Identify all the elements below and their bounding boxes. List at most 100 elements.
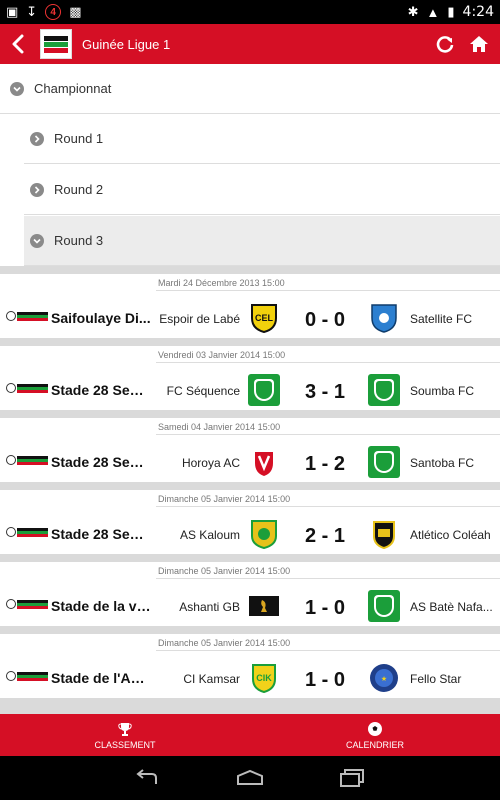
away-team-logo: ★ [370,664,398,692]
match-date: Dimanche 05 Janvier 2014 15:00 [158,566,291,576]
home-team: Ashanti GB [179,600,240,614]
guinea-flag-icon [6,527,48,537]
match-score: 0 - 0 [304,309,346,331]
championship-label: Championnat [34,81,112,96]
divider [156,506,500,507]
home-icon [470,36,488,52]
round-item-1[interactable]: Round 1 [24,114,500,164]
nav-home-button[interactable] [235,766,265,790]
guinea-flag-icon [6,455,48,465]
trophy-icon [118,722,132,736]
notification-badge: 4 [45,4,62,20]
divider [156,362,500,363]
nav-recents-button[interactable] [337,766,367,790]
match-row[interactable]: Dimanche 05 Janvier 2014 15:00 Stade de … [0,562,500,626]
match-score: 2 - 1 [304,525,346,547]
divider [156,650,500,651]
refresh-button[interactable] [434,33,456,55]
status-time: 4:24 [462,4,494,20]
home-team-logo [248,374,280,406]
match-list[interactable]: Mardi 24 Décembre 2013 15:00 Saifoulaye … [0,266,500,714]
away-team-logo [373,521,395,550]
nav-recents-icon [340,769,364,787]
match-date: Vendredi 03 Janvier 2014 15:00 [158,350,286,360]
divider [156,578,500,579]
home-team-logo: CEL [251,304,277,334]
match-score: 3 - 1 [304,381,346,403]
nav-back-button[interactable] [133,766,163,790]
home-team-logo [255,452,273,476]
home-team: FC Séquence [166,384,240,398]
away-team: Santoba FC [410,456,475,470]
chevron-down-icon [30,233,44,248]
league-logo [40,29,72,59]
wifi-icon: ▲ [426,4,440,20]
away-team-logo [368,590,400,622]
home-team: Horoya AC [181,456,240,470]
download-icon: ↧ [26,4,38,19]
tab-label: CLASSEMENT [94,739,156,750]
status-bar: ▣ ↧ 4 ▩ ✱ ▲ ▮ 4:24 [0,0,500,24]
match-score: 1 - 0 [304,669,346,691]
match-row[interactable]: Vendredi 03 Janvier 2014 15:00 Stade 28 … [0,346,500,410]
svg-text:CIK: CIK [256,673,272,683]
battery-icon: ▮ [447,4,455,19]
guinea-flag-icon [6,311,48,321]
home-button[interactable] [468,33,490,55]
match-row[interactable]: Mardi 24 Décembre 2013 15:00 Saifoulaye … [0,274,500,338]
match-score: 1 - 0 [304,597,346,619]
tab-classement[interactable]: CLASSEMENT [0,714,250,756]
nav-back-icon [136,769,157,784]
match-date: Samedi 04 Janvier 2014 15:00 [158,422,281,432]
away-team: Fello Star [410,672,462,686]
match-row[interactable]: Dimanche 05 Janvier 2014 15:00 Stade 28 … [0,490,500,554]
match-date: Dimanche 05 Janvier 2014 15:00 [158,638,291,648]
chevron-right-icon [30,182,44,197]
sd-card-icon: ▩ [69,4,82,19]
chevron-down-icon [10,81,24,96]
svg-text:CEL: CEL [255,313,274,323]
guinea-flag-icon [6,383,48,393]
home-team: CI Kamsar [183,672,240,686]
away-team-logo [371,304,397,333]
home-team-logo [249,596,279,616]
usb-icon: ▣ [6,4,19,19]
app-bar: Guinée Ligue 1 [0,24,500,64]
venue-name: Saifoulaye Di... [51,310,151,326]
refresh-icon [436,36,454,53]
match-row[interactable]: Dimanche 05 Janvier 2014 15:00 Stade de … [0,634,500,698]
away-team: Soumba FC [410,384,475,398]
system-nav-bar [0,756,500,800]
round-item-2[interactable]: Round 2 [24,165,500,215]
home-team: Espoir de Labé [159,312,240,326]
svg-text:★: ★ [381,675,387,683]
match-row[interactable]: Samedi 04 Janvier 2014 15:00 Stade 28 Se… [0,418,500,482]
guinea-flag-icon [6,671,48,681]
home-team-logo: CIK [252,664,276,694]
divider [156,290,500,291]
away-team: Atlético Coléah [410,528,491,542]
match-date: Dimanche 05 Janvier 2014 15:00 [158,494,291,504]
match-score: 1 - 2 [304,453,346,475]
bluetooth-icon: ✱ [407,4,419,19]
bottom-tab-bar: CLASSEMENT CALENDRIER [0,714,500,756]
round-label: Round 3 [54,233,104,248]
venue-name: Stade 28 Sept... [51,454,151,470]
match-date: Mardi 24 Décembre 2013 15:00 [158,278,285,288]
away-team-logo [368,446,400,478]
home-team-logo [251,520,277,550]
away-team-logo [368,374,400,406]
round-label: Round 2 [54,182,104,197]
away-team: Satellite FC [410,312,473,326]
round-item-3[interactable]: Round 3 [24,216,500,266]
back-button[interactable] [0,24,36,64]
tab-calendrier[interactable]: CALENDRIER [250,714,500,756]
divider [156,434,500,435]
guinea-flag-icon [6,599,48,609]
venue-name: Stade 28 Sept... [51,526,151,542]
championship-header[interactable]: Championnat [0,64,500,114]
away-team: AS Batè Nafa... [410,600,493,614]
soccer-ball-icon [368,721,382,736]
nav-home-icon [237,769,263,785]
page-title: Guinée Ligue 1 [82,36,171,52]
